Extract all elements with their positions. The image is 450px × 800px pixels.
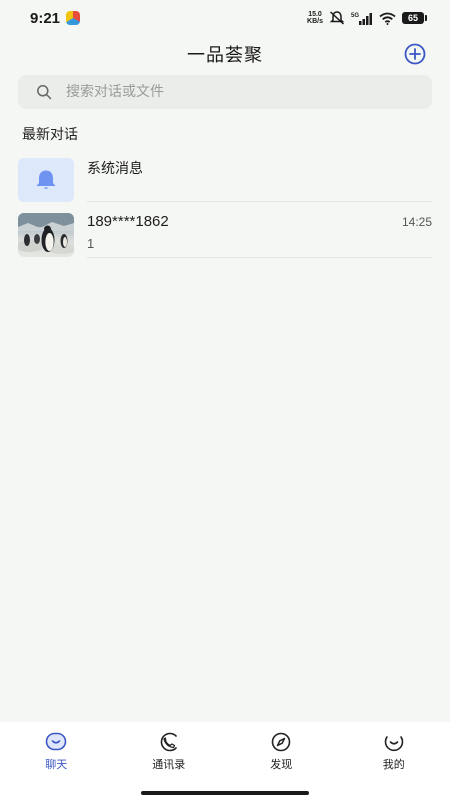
tab-label: 通讯录	[152, 758, 186, 771]
tab-label: 我的	[382, 758, 405, 771]
signal-icon: 5G	[351, 13, 372, 25]
tab-discover[interactable]: 发现	[225, 722, 338, 778]
gesture-bar-area	[0, 778, 450, 800]
conversation-item-system[interactable]: 系统消息	[0, 158, 450, 214]
divider	[87, 257, 432, 258]
home-indicator[interactable]	[141, 791, 309, 795]
status-right: 15.0 KB/s 5G 65	[307, 11, 427, 25]
divider	[87, 201, 432, 202]
network-speed: 15.0 KB/s	[307, 11, 323, 25]
network-speed-value: 15.0	[308, 11, 322, 18]
page-title: 一品荟聚	[187, 45, 263, 66]
penguin-photo	[18, 213, 74, 254]
tab-label: 聊天	[45, 758, 68, 771]
tab-contacts[interactable]: 通讯录	[113, 722, 226, 778]
contacts-icon	[160, 732, 177, 752]
status-left: 9:21	[30, 9, 81, 27]
notification-app-icon	[66, 11, 81, 25]
avatar	[18, 213, 74, 257]
profile-icon	[384, 736, 404, 752]
status-bar: 9:21 15.0 KB/s 5G 65	[0, 0, 450, 36]
avatar	[18, 158, 74, 202]
search-bar[interactable]	[18, 75, 432, 109]
status-time: 9:21	[30, 9, 61, 27]
search-input[interactable]	[66, 84, 386, 100]
plus-circle-icon[interactable]	[404, 43, 426, 65]
tab-profile[interactable]: 我的	[338, 722, 450, 778]
section-title: 最新对话	[22, 127, 78, 143]
chat-icon	[45, 732, 67, 751]
mute-icon	[329, 11, 345, 25]
compass-icon	[271, 732, 291, 752]
search-icon	[37, 85, 52, 100]
conversation-name: 系统消息	[87, 161, 143, 177]
network-speed-unit: KB/s	[307, 18, 323, 25]
bell-icon	[36, 170, 56, 189]
conversation-name: 189****1862	[87, 213, 169, 230]
conversation-preview: 1	[87, 236, 95, 251]
wifi-icon	[379, 12, 396, 25]
app-header: 一品荟聚	[0, 36, 450, 72]
battery-indicator: 65	[402, 12, 427, 24]
tab-label: 发现	[270, 758, 293, 771]
tab-chat[interactable]: 聊天	[0, 722, 113, 778]
conversation-time: 14:25	[401, 215, 432, 229]
bottom-tab-bar: 聊天 通讯录 发现 我的	[0, 722, 450, 778]
network-type-label: 5G	[351, 13, 359, 19]
conversation-item-contact[interactable]: 189****1862 1 14:25	[0, 213, 450, 269]
